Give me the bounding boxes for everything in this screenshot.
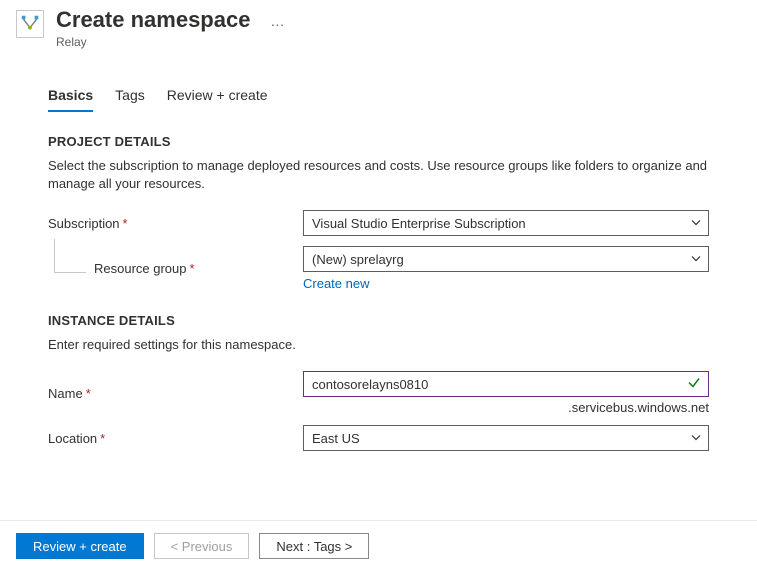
indent-bracket [54, 239, 86, 273]
resource-group-dropdown[interactable]: (New) sprelayrg [303, 246, 709, 272]
instance-details-description: Enter required settings for this namespa… [48, 336, 709, 355]
tab-review-create[interactable]: Review + create [167, 81, 268, 111]
relay-service-icon [16, 10, 44, 38]
page-subtitle: Relay [56, 35, 250, 49]
name-label: Name [48, 386, 83, 401]
name-suffix: .servicebus.windows.net [303, 400, 709, 415]
wizard-tabs: Basics Tags Review + create [48, 81, 709, 112]
more-options-button[interactable]: ··· [270, 16, 284, 32]
resource-group-label: Resource group [94, 261, 187, 276]
review-create-button[interactable]: Review + create [16, 533, 144, 559]
required-marker: * [100, 431, 105, 446]
required-marker: * [123, 216, 128, 231]
resource-group-value: (New) sprelayrg [312, 252, 404, 267]
tab-basics[interactable]: Basics [48, 81, 93, 111]
project-details-description: Select the subscription to manage deploy… [48, 157, 709, 195]
page-title: Create namespace [56, 6, 250, 34]
wizard-footer: Review + create < Previous Next : Tags > [0, 520, 757, 571]
previous-button[interactable]: < Previous [154, 533, 250, 559]
required-marker: * [86, 386, 91, 401]
tab-tags[interactable]: Tags [115, 81, 145, 111]
location-label: Location [48, 431, 97, 446]
name-input[interactable] [303, 371, 709, 397]
instance-details-heading: INSTANCE DETAILS [48, 313, 709, 328]
required-marker: * [190, 261, 195, 276]
subscription-value: Visual Studio Enterprise Subscription [312, 216, 526, 231]
subscription-dropdown[interactable]: Visual Studio Enterprise Subscription [303, 210, 709, 236]
create-new-link[interactable]: Create new [303, 276, 369, 291]
location-dropdown[interactable]: East US [303, 425, 709, 451]
next-button[interactable]: Next : Tags > [259, 533, 369, 559]
subscription-label: Subscription [48, 216, 120, 231]
location-value: East US [312, 431, 360, 446]
project-details-heading: PROJECT DETAILS [48, 134, 709, 149]
